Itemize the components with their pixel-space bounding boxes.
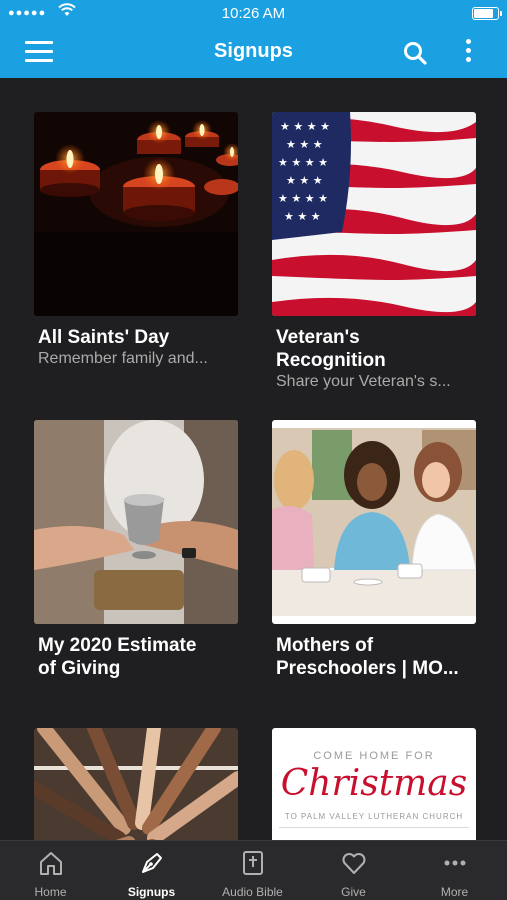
women-coffee-photo: [272, 420, 476, 624]
card-title: My 2020 Estimate of Giving: [38, 635, 197, 679]
tab-more[interactable]: More: [404, 841, 505, 900]
card-title: Mothers of Preschoolers | MO...: [276, 635, 459, 679]
pen-icon: [142, 853, 162, 873]
christmas-card: COME HOME FOR Christmas TO PALM VALLEY L…: [272, 728, 476, 840]
card-title: All Saints' Day: [38, 327, 170, 348]
svg-text:★ ★ ★: ★ ★ ★: [284, 210, 321, 223]
card-subtitle: Share your Veteran's s...: [276, 373, 451, 390]
status-bar: ●●●●● 10:26 AM: [0, 0, 507, 27]
tab-label: Signups: [127, 885, 176, 899]
search-icon[interactable]: [402, 40, 428, 66]
tab-label: Give: [341, 885, 366, 899]
candles-photo: [34, 112, 238, 316]
bible-icon: [243, 851, 263, 875]
tab-label: Audio Bible: [222, 885, 283, 899]
svg-text:★ ★ ★: ★ ★ ★: [286, 138, 323, 151]
more-dots-icon: [444, 860, 466, 866]
page-title: Signups: [214, 40, 293, 62]
svg-text:★ ★ ★: ★ ★ ★: [286, 174, 323, 187]
christmas-divider: [279, 827, 469, 828]
overflow-menu-icon[interactable]: [460, 39, 476, 67]
tab-signups[interactable]: Signups: [101, 841, 202, 900]
card-title: Veteran's Recognition: [276, 327, 386, 371]
american-flag-photo: ★ ★ ★ ★ ★ ★ ★ ★ ★ ★ ★ ★ ★ ★ ★ ★ ★ ★ ★ ★ ★: [272, 112, 476, 316]
tab-audio-bible[interactable]: Audio Bible: [202, 841, 303, 900]
home-icon: [40, 852, 62, 875]
signup-card-hands[interactable]: [34, 728, 238, 840]
signup-card-veterans[interactable]: ★ ★ ★ ★ ★ ★ ★ ★ ★ ★ ★ ★ ★ ★ ★ ★ ★ ★ ★ ★ ★ Ve…: [272, 112, 476, 392]
signup-card-all-saints[interactable]: All Saints' Day Remember family and...: [34, 112, 238, 369]
signup-card-mops[interactable]: Mothers of Preschoolers | MO...: [272, 420, 476, 680]
tab-give[interactable]: Give: [303, 841, 404, 900]
app-bar: Signups: [0, 27, 507, 78]
status-time: 10:26 AM: [221, 5, 286, 22]
signup-card-estimate-of-giving[interactable]: My 2020 Estimate of Giving: [34, 420, 238, 680]
svg-text:★ ★ ★ ★: ★ ★ ★ ★: [278, 156, 328, 169]
signups-grid: All Saints' Day Remember family and... ★…: [0, 78, 507, 840]
offering-plate-photo: [34, 420, 238, 624]
tab-label: More: [440, 885, 469, 899]
tab-bar: Home Signups Audio Bible Give More: [0, 840, 507, 900]
stacked-hands-photo: [34, 728, 238, 840]
christmas-line-2: Christmas: [280, 763, 468, 804]
heart-icon: [342, 853, 366, 874]
tab-label: Home: [34, 885, 67, 899]
card-subtitle: Remember family and...: [38, 350, 208, 367]
christmas-line-1: COME HOME FOR: [313, 750, 435, 762]
battery-icon: [472, 7, 502, 20]
christmas-line-3: TO PALM VALLEY LUTHERAN CHURCH: [284, 812, 464, 821]
svg-text:★ ★ ★ ★: ★ ★ ★ ★: [278, 192, 328, 205]
tab-home[interactable]: Home: [0, 841, 101, 900]
svg-text:★ ★ ★ ★: ★ ★ ★ ★: [280, 120, 330, 133]
signup-card-christmas[interactable]: COME HOME FOR Christmas TO PALM VALLEY L…: [272, 728, 476, 840]
